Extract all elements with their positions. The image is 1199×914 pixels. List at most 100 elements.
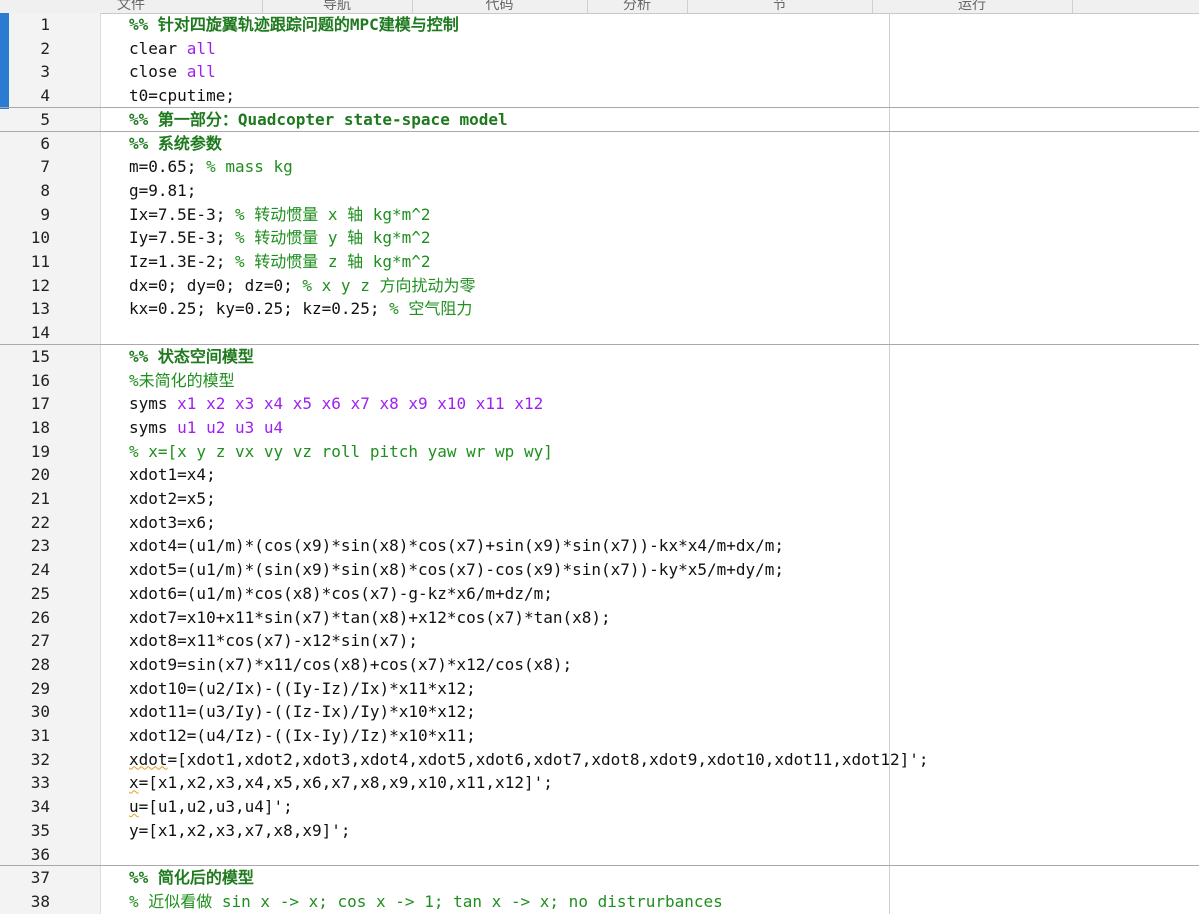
code-line[interactable]: 21 xdot2=x5; — [0, 487, 1199, 511]
code-line[interactable]: 20 xdot1=x4; — [0, 463, 1199, 487]
code-text[interactable]: close all — [129, 60, 216, 84]
code-text[interactable]: kx=0.25; ky=0.25; kz=0.25; % 空气阻力 — [129, 297, 472, 321]
code-text[interactable]: %% 第一部分：Quadcopter state-space model — [129, 108, 508, 132]
code-line[interactable]: 9 Ix=7.5E-3; % 转动惯量 x 轴 kg*m^2 — [0, 203, 1199, 227]
code-line[interactable]: 4 t0=cputime; — [0, 84, 1199, 108]
line-number[interactable]: 19 — [9, 440, 50, 464]
code-text[interactable]: xdot5=(u1/m)*(sin(x9)*sin(x8)*cos(x7)-co… — [129, 558, 784, 582]
code-line[interactable]: 2 clear all — [0, 37, 1199, 61]
line-number[interactable]: 22 — [9, 511, 50, 535]
line-number[interactable]: 21 — [9, 487, 50, 511]
line-number[interactable]: 32 — [9, 748, 50, 772]
code-text[interactable]: g=9.81; — [129, 179, 196, 203]
line-number[interactable]: 15 — [9, 345, 50, 369]
code-line[interactable]: 15 %% 状态空间模型 — [0, 345, 1199, 369]
code-text[interactable]: %% 简化后的模型 — [129, 866, 254, 890]
code-line[interactable]: 31 xdot12=(u4/Iz)-((Ix-Iy)/Iz)*x10*x11; — [0, 724, 1199, 748]
toolstrip-section-file[interactable]: 文件 — [0, 0, 263, 13]
code-line[interactable]: 8 g=9.81; — [0, 179, 1199, 203]
line-number[interactable]: 4 — [9, 84, 50, 108]
line-number[interactable]: 11 — [9, 250, 50, 274]
code-line[interactable]: 23 xdot4=(u1/m)*(cos(x9)*sin(x8)*cos(x7)+… — [0, 534, 1199, 558]
code-text[interactable]: Ix=7.5E-3; % 转动惯量 x 轴 kg*m^2 — [129, 203, 431, 227]
line-number[interactable]: 27 — [9, 629, 50, 653]
code-line[interactable]: 16 %未简化的模型 — [0, 369, 1199, 393]
code-text[interactable]: %% 针对四旋翼轨迹跟踪问题的MPC建模与控制 — [129, 13, 459, 37]
toolstrip-section-run[interactable]: 运行 — [872, 0, 1073, 13]
code-line[interactable]: 13 kx=0.25; ky=0.25; kz=0.25; % 空气阻力 — [0, 297, 1199, 321]
code-line[interactable]: 33 x=[x1,x2,x3,x4,x5,x6,x7,x8,x9,x10,x11,… — [0, 771, 1199, 795]
code-line[interactable]: 24 xdot5=(u1/m)*(sin(x9)*sin(x8)*cos(x7)-… — [0, 558, 1199, 582]
line-number[interactable]: 13 — [9, 297, 50, 321]
line-number[interactable]: 14 — [9, 321, 50, 345]
code-text[interactable]: Iz=1.3E-2; % 转动惯量 z 轴 kg*m^2 — [129, 250, 431, 274]
code-editor[interactable]: 1 %% 针对四旋翼轨迹跟踪问题的MPC建模与控制 2 clear all 3 close… — [0, 13, 1199, 914]
toolstrip-section-analyze[interactable]: 分析 — [587, 0, 688, 13]
code-text[interactable]: syms x1 x2 x3 x4 x5 x6 x7 x8 x9 x10 x11 … — [129, 392, 543, 416]
code-line[interactable]: 17 syms x1 x2 x3 x4 x5 x6 x7 x8 x9 x10 x1… — [0, 392, 1199, 416]
line-number[interactable]: 30 — [9, 700, 50, 724]
code-line[interactable]: 27 xdot8=x11*cos(x7)-x12*sin(x7); — [0, 629, 1199, 653]
code-text[interactable]: xdot7=x10+x11*sin(x7)*tan(x8)+x12*cos(x7… — [129, 606, 611, 630]
code-line[interactable]: 36 — [0, 843, 1199, 867]
line-number[interactable]: 28 — [9, 653, 50, 677]
code-line[interactable]: 37 %% 简化后的模型 — [0, 866, 1199, 890]
code-text[interactable]: t0=cputime; — [129, 84, 235, 108]
line-number[interactable]: 3 — [9, 60, 50, 84]
code-line[interactable]: 32 xdot=[xdot1,xdot2,xdot3,xdot4,xdot5,xd… — [0, 748, 1199, 772]
line-number[interactable]: 26 — [9, 606, 50, 630]
line-number[interactable]: 38 — [9, 890, 50, 914]
code-text[interactable]: xdot6=(u1/m)*cos(x8)*cos(x7)-g-kz*x6/m+d… — [129, 582, 553, 606]
line-number[interactable]: 1 — [9, 13, 50, 37]
code-text[interactable]: %% 状态空间模型 — [129, 345, 254, 369]
code-line[interactable]: 18 syms u1 u2 u3 u4 — [0, 416, 1199, 440]
code-line[interactable]: 22 xdot3=x6; — [0, 511, 1199, 535]
code-text[interactable]: % 近似看做 sin x -> x; cos x -> 1; tan x -> … — [129, 890, 723, 914]
code-line[interactable]: 26 xdot7=x10+x11*sin(x7)*tan(x8)+x12*cos(… — [0, 606, 1199, 630]
code-text[interactable]: xdot2=x5; — [129, 487, 216, 511]
code-line[interactable]: 5 %% 第一部分：Quadcopter state-space model — [0, 108, 1199, 132]
code-text[interactable]: xdot1=x4; — [129, 463, 216, 487]
code-line[interactable]: 25 xdot6=(u1/m)*cos(x8)*cos(x7)-g-kz*x6/m… — [0, 582, 1199, 606]
code-line[interactable]: 7 m=0.65; % mass kg — [0, 155, 1199, 179]
line-number[interactable]: 10 — [9, 226, 50, 250]
line-number[interactable]: 17 — [9, 392, 50, 416]
toolstrip-section-navigate[interactable]: 导航 — [262, 0, 413, 13]
line-number[interactable]: 25 — [9, 582, 50, 606]
toolstrip-section-code[interactable]: 代码 — [412, 0, 588, 13]
code-text[interactable]: Iy=7.5E-3; % 转动惯量 y 轴 kg*m^2 — [129, 226, 431, 250]
line-number[interactable]: 24 — [9, 558, 50, 582]
code-text[interactable]: x=[x1,x2,x3,x4,x5,x6,x7,x8,x9,x10,x11,x1… — [129, 771, 553, 795]
line-number[interactable]: 7 — [9, 155, 50, 179]
line-number[interactable]: 9 — [9, 203, 50, 227]
code-text[interactable]: m=0.65; % mass kg — [129, 155, 293, 179]
code-line[interactable]: 38 % 近似看做 sin x -> x; cos x -> 1; tan x -… — [0, 890, 1199, 914]
line-number[interactable]: 8 — [9, 179, 50, 203]
code-line[interactable]: 29 xdot10=(u2/Ix)-((Iy-Iz)/Ix)*x11*x12; — [0, 677, 1199, 701]
line-number[interactable]: 36 — [9, 843, 50, 867]
toolstrip-section-section[interactable]: 节 — [687, 0, 873, 13]
code-text[interactable]: xdot8=x11*cos(x7)-x12*sin(x7); — [129, 629, 418, 653]
code-text[interactable]: u=[u1,u2,u3,u4]'; — [129, 795, 293, 819]
line-number[interactable]: 6 — [9, 132, 50, 156]
code-text[interactable]: %% 系统参数 — [129, 132, 222, 156]
code-text[interactable]: %未简化的模型 — [129, 369, 235, 393]
line-number[interactable]: 5 — [9, 108, 50, 132]
line-number[interactable]: 33 — [9, 771, 50, 795]
code-text[interactable]: xdot9=sin(x7)*x11/cos(x8)+cos(x7)*x12/co… — [129, 653, 572, 677]
code-line[interactable]: 6 %% 系统参数 — [0, 132, 1199, 156]
line-number[interactable]: 35 — [9, 819, 50, 843]
code-text[interactable]: xdot3=x6; — [129, 511, 216, 535]
code-text[interactable]: % x=[x y z vx vy vz roll pitch yaw wr wp… — [129, 440, 553, 464]
code-line[interactable]: 19 % x=[x y z vx vy vz roll pitch yaw wr … — [0, 440, 1199, 464]
code-line[interactable]: 3 close all — [0, 60, 1199, 84]
code-text[interactable]: syms u1 u2 u3 u4 — [129, 416, 283, 440]
code-text[interactable]: y=[x1,x2,x3,x7,x8,x9]'; — [129, 819, 351, 843]
code-line[interactable]: 30 xdot11=(u3/Iy)-((Iz-Ix)/Iy)*x10*x12; — [0, 700, 1199, 724]
code-line[interactable]: 34 u=[u1,u2,u3,u4]'; — [0, 795, 1199, 819]
line-number[interactable]: 29 — [9, 677, 50, 701]
line-number[interactable]: 18 — [9, 416, 50, 440]
line-number[interactable]: 16 — [9, 369, 50, 393]
code-line[interactable]: 14 — [0, 321, 1199, 345]
code-line[interactable]: 12 dx=0; dy=0; dz=0; % x y z 方向扰动为零 — [0, 274, 1199, 298]
